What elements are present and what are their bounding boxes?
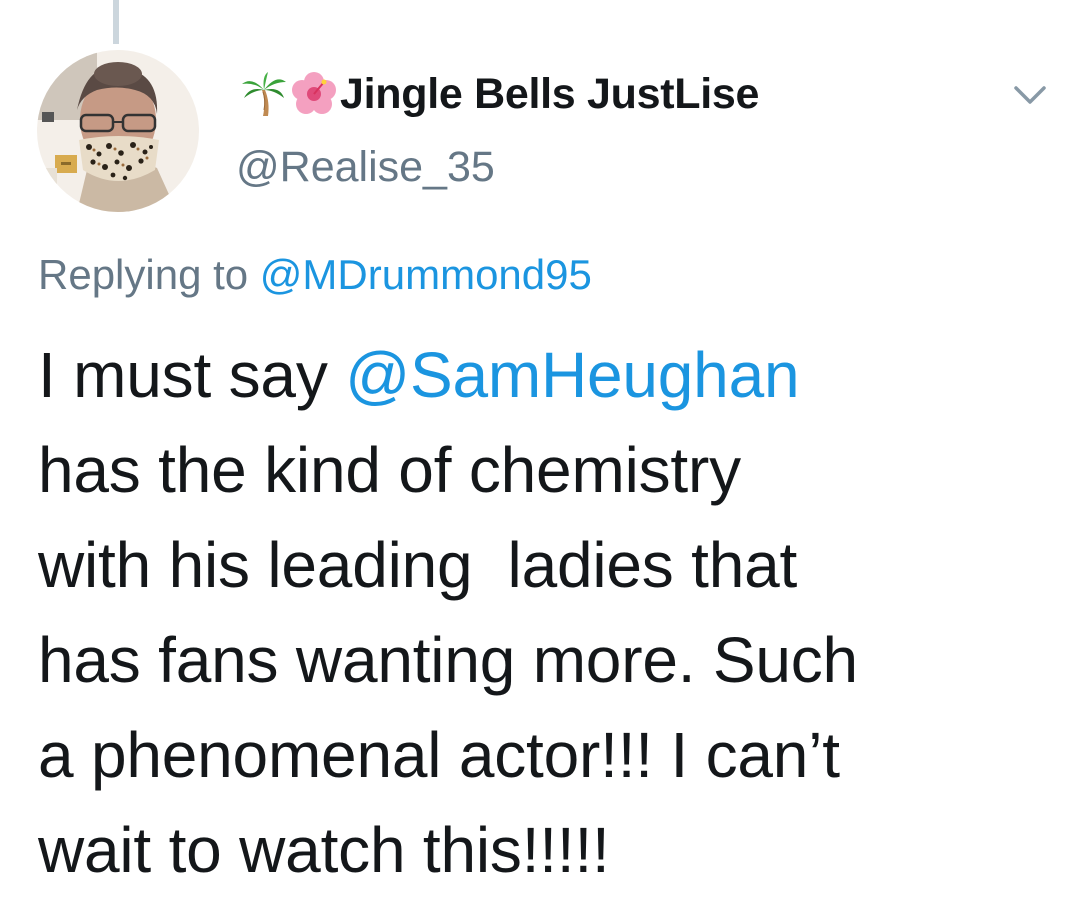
reply-mention-link[interactable]: @MDrummond95 <box>260 251 592 298</box>
avatar-image <box>37 50 199 212</box>
display-name-text: Jingle Bells JustLise <box>340 69 760 118</box>
chevron-down-icon[interactable] <box>1005 76 1055 116</box>
tweet-text-line: a phenomenal actor!!! I can’t <box>38 719 840 791</box>
tweet-text-line: wait to watch this!!!!! <box>38 814 610 886</box>
avatar[interactable] <box>37 50 199 212</box>
palm-tree-emoji-icon <box>242 72 286 116</box>
tweet-text: I must say @SamHeughan has the kind of c… <box>38 328 1058 898</box>
thread-connector-line <box>113 0 119 44</box>
author-handle[interactable]: @Realise_35 <box>236 143 495 192</box>
tweet-text-line: with his leading ladies that <box>38 529 798 601</box>
mention-link[interactable]: @SamHeughan <box>345 339 799 411</box>
tweet-text-line: has the kind of chemistry <box>38 434 741 506</box>
tweet-text-line: I must say @SamHeughan <box>38 328 1058 423</box>
replying-to: Replying to @MDrummond95 <box>38 251 592 299</box>
tweet-text-segment: I must say <box>38 339 346 411</box>
hibiscus-emoji-icon <box>292 72 336 114</box>
replying-to-label: Replying to <box>38 251 249 298</box>
tweet-text-line: has fans wanting more. Such <box>38 624 858 696</box>
author-display-name[interactable]: Jingle Bells JustLise <box>240 66 759 122</box>
